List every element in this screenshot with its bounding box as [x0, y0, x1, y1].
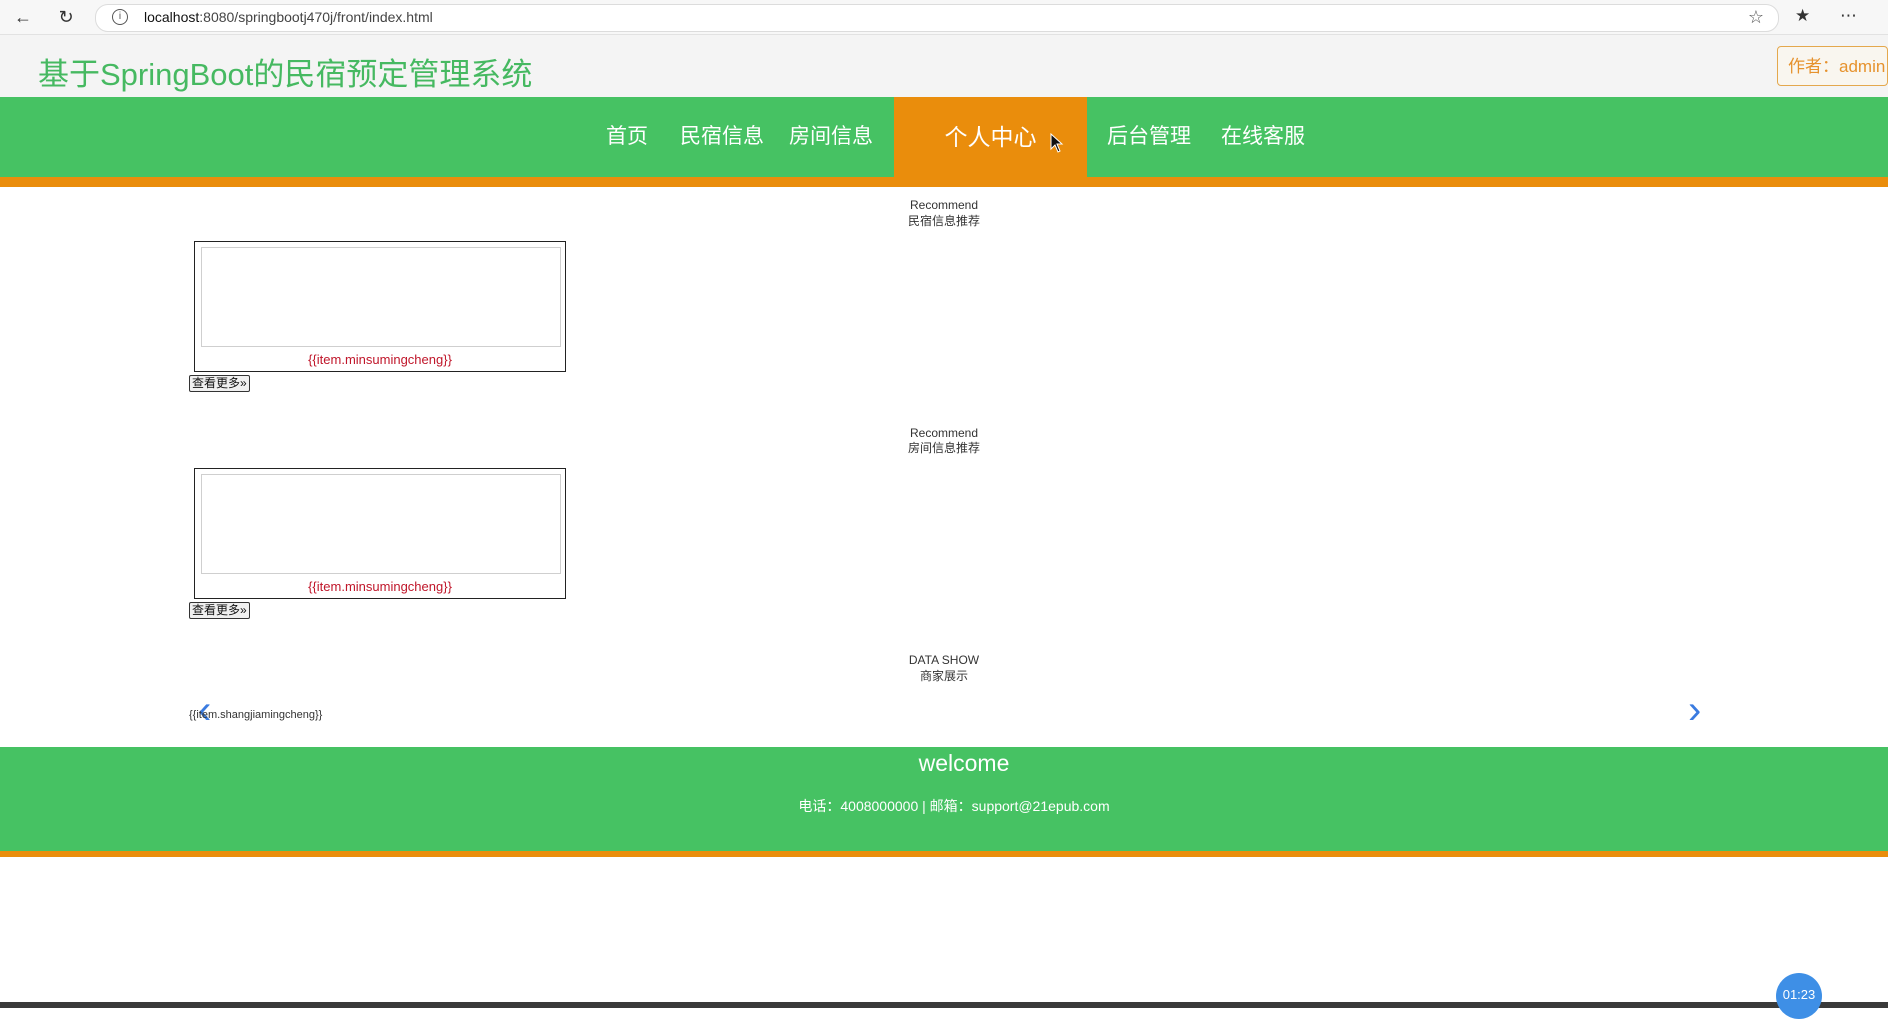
homestay-card[interactable]: {{item.minsumingcheng}} [194, 241, 566, 372]
double-chevron-right-icon: » [240, 603, 247, 617]
homestay-more-button[interactable]: 查看更多» [189, 375, 250, 392]
site-title: 基于SpringBoot的民宿预定管理系统 [38, 57, 533, 92]
homestay-heading-cn: 民宿信息推荐 [907, 214, 980, 228]
room-card-image [201, 474, 561, 574]
address-bar[interactable]: i localhost:8080/springbootj470j/front/i… [95, 4, 1779, 32]
reload-icon[interactable]: ↻ [55, 7, 77, 27]
taskbar-strip [0, 1002, 1888, 1008]
double-chevron-right-icon: » [240, 376, 247, 390]
favorites-icon[interactable]: ★ [1795, 6, 1810, 26]
homestay-card-label: {{item.minsumingcheng}} [308, 352, 452, 367]
back-arrow-icon[interactable]: ← [12, 7, 34, 27]
merchant-heading-en: DATA SHOW [908, 653, 980, 667]
nav-stripe [0, 177, 1888, 187]
main-nav: 首页 民宿信息 房间信息 个人中心 后台管理 在线客服 [0, 97, 1888, 177]
footer: welcome 电话：4008000000 | 邮箱：support@21epu… [0, 747, 1888, 851]
mouse-cursor-icon [1050, 133, 1064, 153]
footer-welcome: welcome [918, 750, 1010, 776]
browser-toolbar: ← ↻ i localhost:8080/springbootj470j/fro… [0, 0, 1888, 35]
room-heading-cn: 房间信息推荐 [907, 441, 980, 455]
homestay-card-image [201, 247, 561, 347]
merchant-heading-cn: 商家展示 [919, 669, 968, 683]
nav-item-homestay[interactable]: 民宿信息 [680, 97, 764, 177]
room-card-label: {{item.minsumingcheng}} [308, 579, 452, 594]
timer-badge: 01:23 [1776, 973, 1822, 1019]
more-menu-icon[interactable]: ⋯ [1840, 6, 1857, 26]
url-text: localhost:8080/springbootj470j/front/ind… [144, 9, 433, 25]
homestay-heading-en: Recommend [909, 198, 979, 212]
site-info-icon[interactable]: i [112, 9, 128, 25]
nav-item-admin[interactable]: 后台管理 [1107, 97, 1191, 177]
room-card[interactable]: {{item.minsumingcheng}} [194, 468, 566, 599]
footer-stripe [0, 851, 1888, 857]
nav-item-room[interactable]: 房间信息 [789, 97, 873, 177]
nav-item-home[interactable]: 首页 [606, 97, 648, 177]
merchant-item-label: {{item.shangjiamingcheng}} [189, 709, 323, 721]
footer-contact: 电话：4008000000 | 邮箱：support@21epub.com [798, 798, 1110, 814]
site-header: 基于SpringBoot的民宿预定管理系统 作者：admin [0, 35, 1888, 97]
carousel-next-chevron-icon[interactable]: › [1688, 690, 1701, 730]
room-more-button[interactable]: 查看更多» [189, 602, 250, 619]
room-heading-en: Recommend [909, 426, 979, 440]
favorite-star-icon[interactable]: ☆ [1748, 7, 1764, 28]
author-badge: 作者：admin [1777, 46, 1888, 86]
nav-item-service[interactable]: 在线客服 [1221, 97, 1305, 177]
